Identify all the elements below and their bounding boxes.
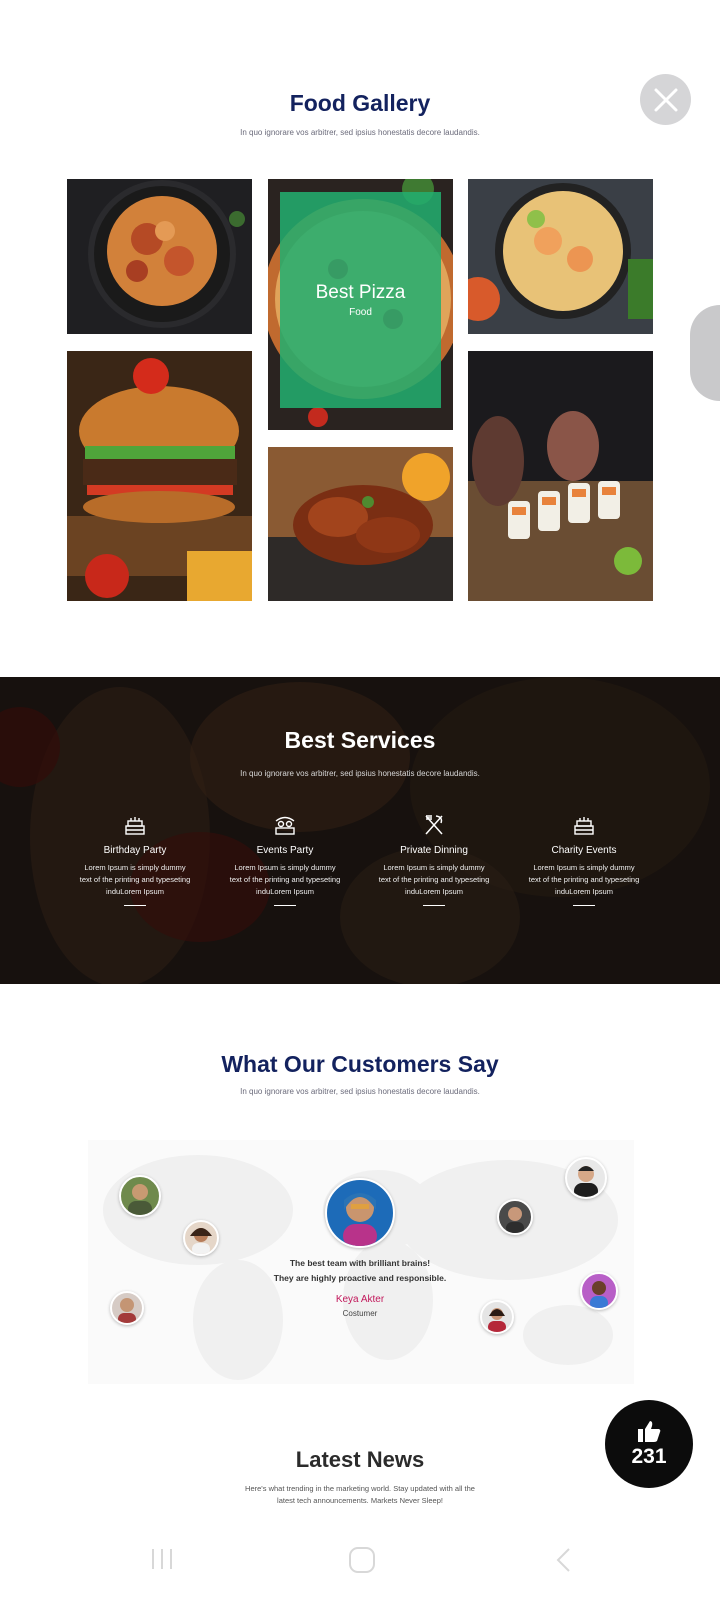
shrimp-pasta-image xyxy=(67,179,252,334)
close-icon xyxy=(654,88,677,111)
cutlery-icon xyxy=(425,815,443,835)
service-text: text of the printing and typeseting xyxy=(79,875,191,884)
reviewer-name: Keya Akter xyxy=(335,1294,385,1305)
service-text: induLorem Ipsum xyxy=(106,887,164,896)
person-photo xyxy=(128,1184,152,1215)
cake-icon xyxy=(125,817,145,835)
service-divider xyxy=(124,905,146,906)
cake-icon xyxy=(574,817,594,835)
person-photo xyxy=(506,1207,524,1233)
featured-category: Food xyxy=(349,307,372,318)
service-title: Private Dinning xyxy=(400,845,468,856)
like-count: 231 xyxy=(631,1445,667,1468)
like-button[interactable]: 231 xyxy=(605,1400,693,1488)
featured-title: Best Pizza xyxy=(315,282,406,303)
service-text: Lorem Ipsum is simply dummy xyxy=(383,863,485,872)
news-subtitle-line: Here's what trending in the marketing wo… xyxy=(245,1484,475,1493)
gallery-item-noodles[interactable] xyxy=(468,179,653,334)
service-divider xyxy=(573,905,595,906)
customer-avatar[interactable] xyxy=(183,1220,219,1256)
service-divider xyxy=(274,905,296,906)
service-title: Birthday Party xyxy=(103,845,167,856)
person-photo xyxy=(343,1193,377,1246)
service-text: induLorem Ipsum xyxy=(256,887,314,896)
featured-overlay[interactable]: Best Pizza Food xyxy=(280,192,441,408)
service-events-party[interactable]: Events Party Lorem Ipsum is simply dummy… xyxy=(220,813,350,906)
home-icon[interactable] xyxy=(347,1545,377,1575)
gallery-item-chicken[interactable] xyxy=(268,447,453,601)
couple-icon xyxy=(275,816,295,835)
testimonials-title: What Our Customers Say xyxy=(221,1051,499,1077)
testimonials-subtitle: In quo ignorare vos arbitrer, sed ipsius… xyxy=(240,1087,480,1096)
side-panel-handle[interactable] xyxy=(690,305,720,401)
person-photo xyxy=(574,1166,598,1197)
customer-avatar[interactable] xyxy=(119,1175,161,1217)
noodles-image xyxy=(468,179,653,334)
review-quote-line: They are highly proactive and responsibl… xyxy=(273,1273,447,1283)
service-text: Lorem Ipsum is simply dummy xyxy=(533,863,635,872)
service-charity-events[interactable]: Charity Events Lorem Ipsum is simply dum… xyxy=(519,813,649,906)
recent-apps-icon[interactable] xyxy=(148,1545,176,1573)
gallery-subtitle: In quo ignorare vos arbitrer, sed ipsius… xyxy=(240,128,480,137)
customer-avatar[interactable] xyxy=(497,1199,533,1235)
thumbs-up-icon xyxy=(638,1421,661,1442)
services-title: Best Services xyxy=(284,727,436,753)
service-text: text of the printing and typeseting xyxy=(528,875,640,884)
service-text: induLorem Ipsum xyxy=(405,887,463,896)
service-title: Charity Events xyxy=(551,845,617,856)
chicken-image xyxy=(268,447,453,601)
sushi-image xyxy=(468,351,653,601)
service-divider xyxy=(423,905,445,906)
service-title: Events Party xyxy=(256,845,314,856)
news-subtitle-line: latest tech announcements. Markets Never… xyxy=(277,1496,443,1505)
reviewer-avatar[interactable] xyxy=(325,1178,395,1248)
gallery-item-shrimp-pasta[interactable] xyxy=(67,179,252,334)
service-text: induLorem Ipsum xyxy=(555,887,613,896)
back-icon[interactable] xyxy=(552,1545,576,1575)
services-subtitle: In quo ignorare vos arbitrer, sed ipsius… xyxy=(240,769,480,778)
close-button[interactable] xyxy=(640,74,691,125)
gallery-title: Food Gallery xyxy=(289,90,431,116)
services-section: Best Services In quo ignorare vos arbitr… xyxy=(0,677,720,984)
reviewer-role: Costumer xyxy=(342,1309,378,1318)
review-quote-line: The best team with brilliant brains! xyxy=(289,1258,431,1268)
service-text: Lorem Ipsum is simply dummy xyxy=(84,863,186,872)
gallery-item-sushi[interactable] xyxy=(468,351,653,601)
customer-avatar[interactable] xyxy=(565,1157,607,1199)
service-text: text of the printing and typeseting xyxy=(378,875,490,884)
service-private-dinning[interactable]: Private Dinning Lorem Ipsum is simply du… xyxy=(369,813,499,906)
gallery-item-burger[interactable] xyxy=(67,351,252,601)
service-text: Lorem Ipsum is simply dummy xyxy=(234,863,336,872)
burger-image xyxy=(67,351,252,601)
person-photo xyxy=(190,1228,212,1254)
service-text: text of the printing and typeseting xyxy=(229,875,341,884)
service-birthday-party[interactable]: Birthday Party Lorem Ipsum is simply dum… xyxy=(70,813,200,906)
